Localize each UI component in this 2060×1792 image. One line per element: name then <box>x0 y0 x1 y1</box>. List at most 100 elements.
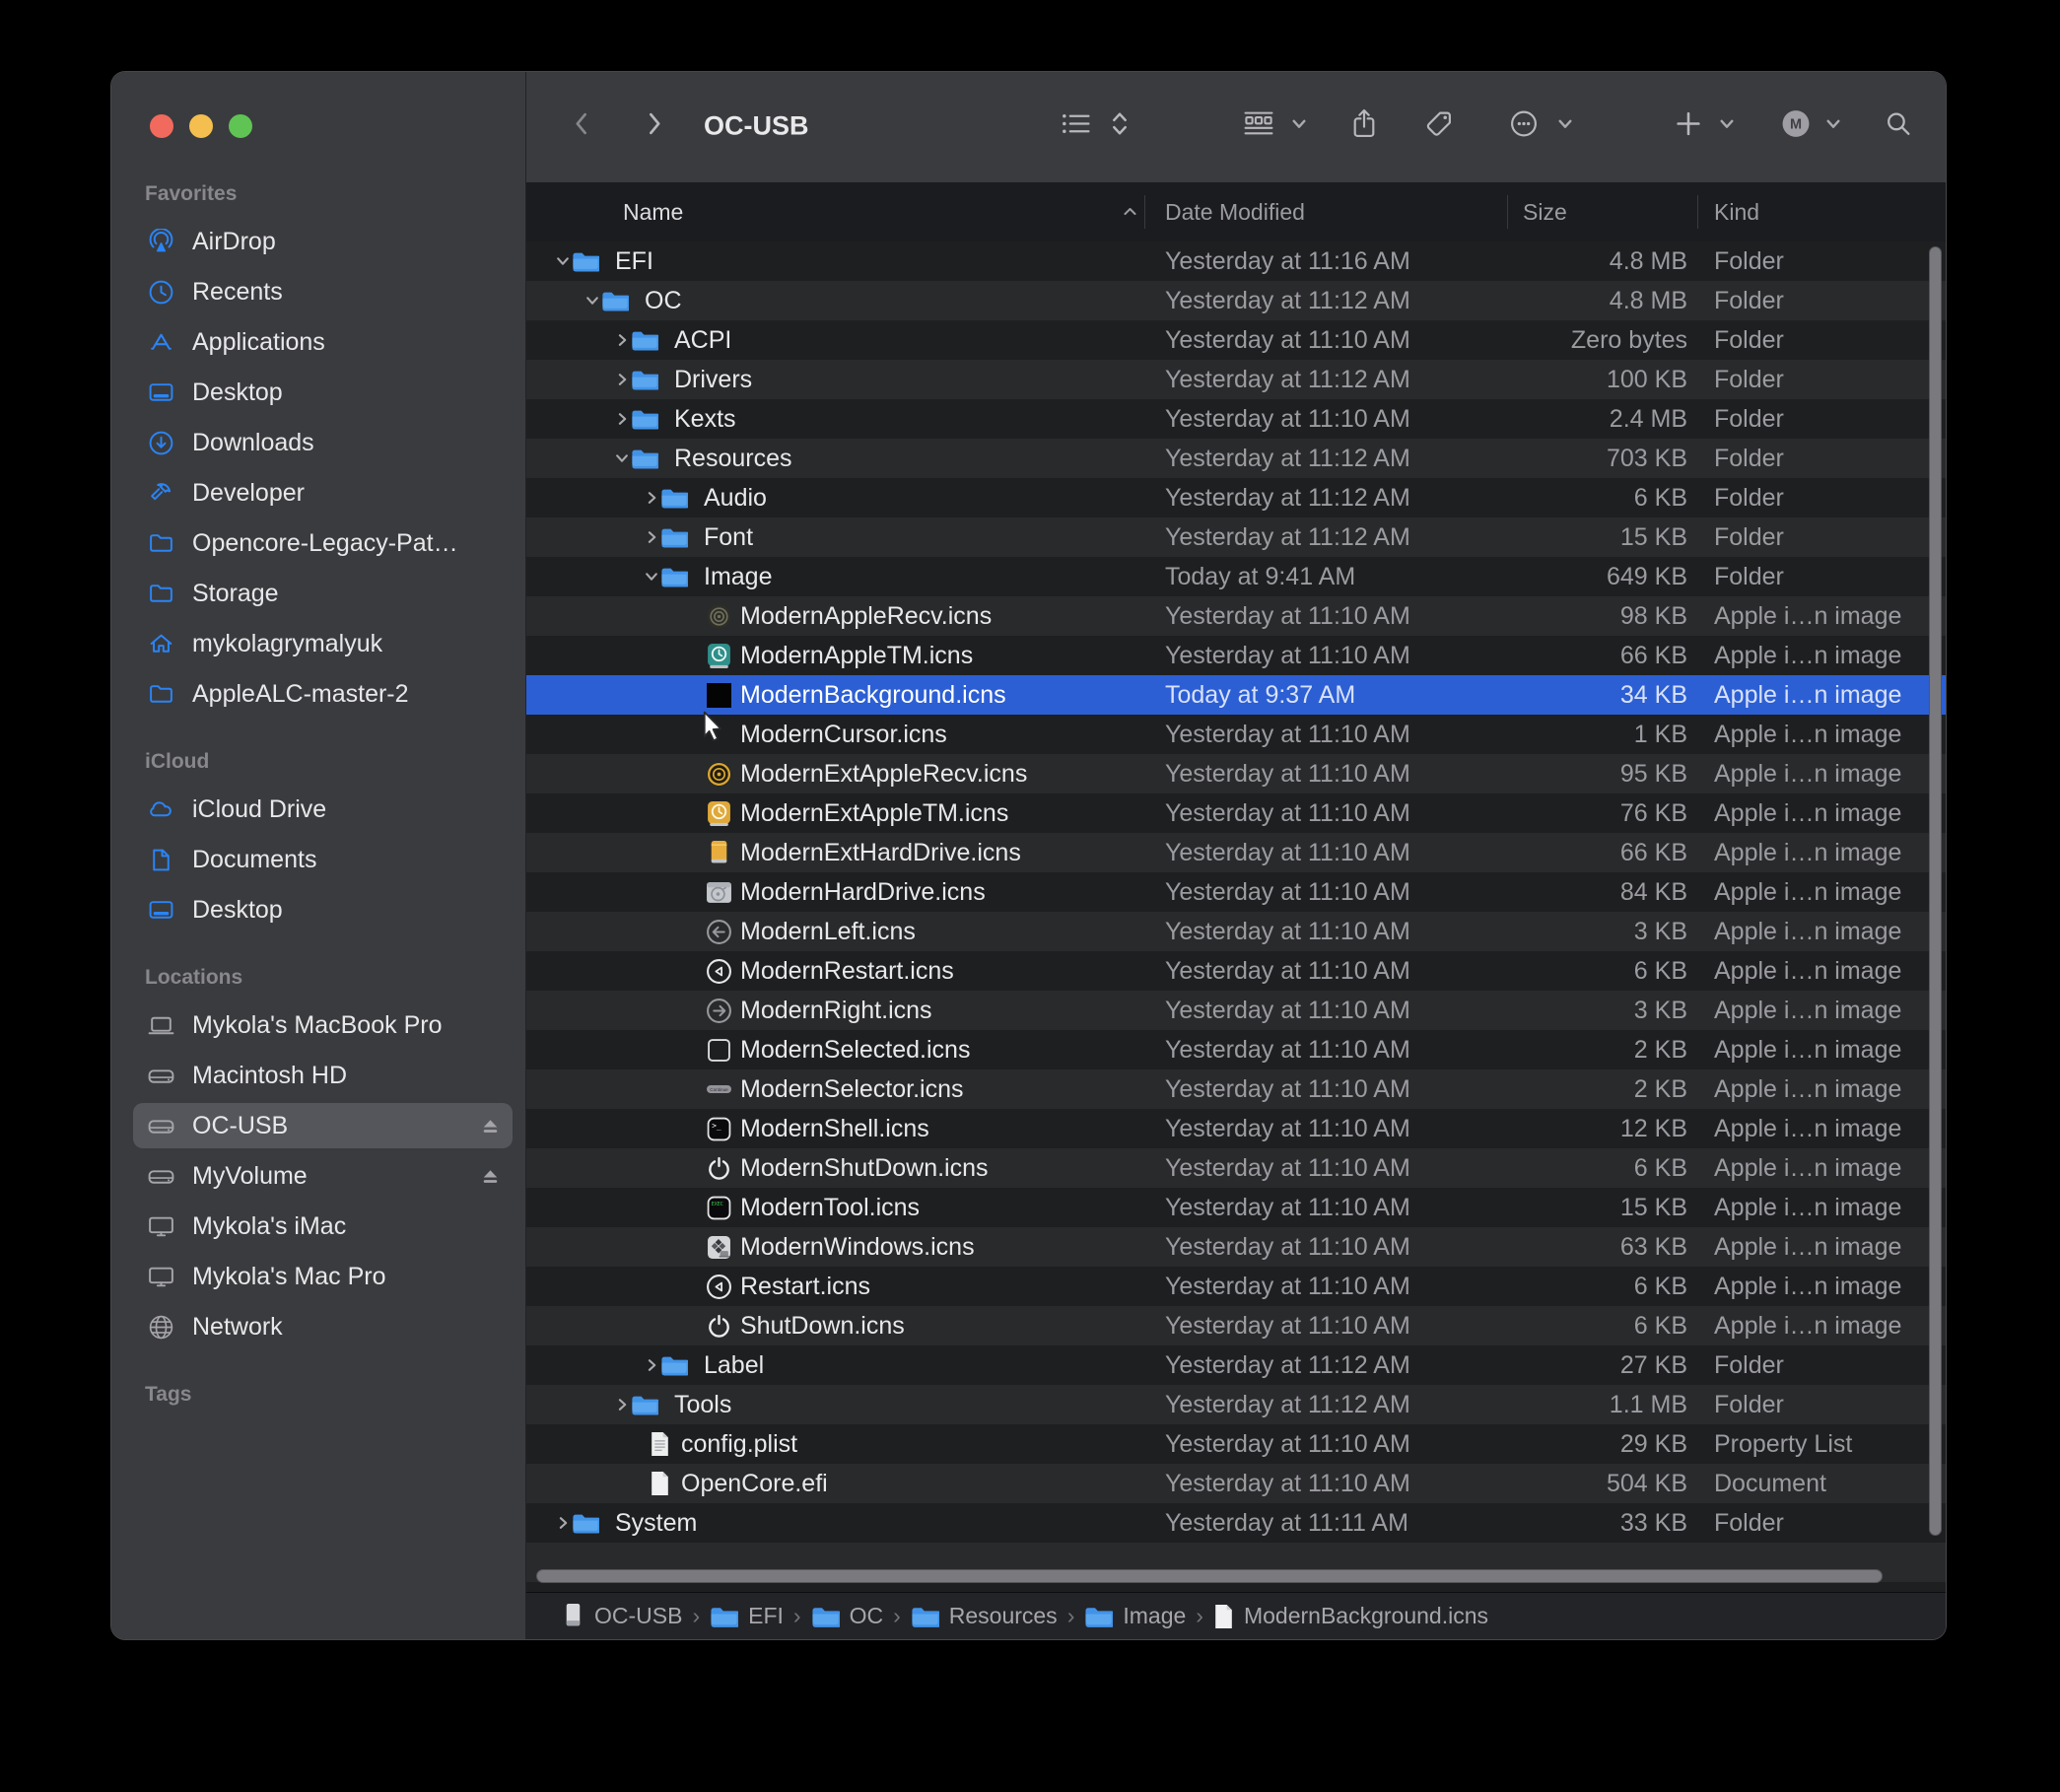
sidebar-item-mykola-s-imac[interactable]: Mykola's iMac <box>133 1204 513 1249</box>
table-row[interactable]: ModernSelected.icns Yesterday at 11:10 A… <box>526 1030 1946 1069</box>
table-row[interactable]: Font Yesterday at 11:12 AM 15 KB Folder <box>526 517 1946 557</box>
disclosure-closed-icon[interactable] <box>614 332 630 348</box>
more-actions-chevron[interactable] <box>1556 115 1574 138</box>
sidebar-item-network[interactable]: Network <box>133 1304 513 1349</box>
sidebar-item-myvolume[interactable]: MyVolume <box>133 1153 513 1199</box>
sidebar-item-documents[interactable]: Documents <box>133 837 513 882</box>
table-row[interactable]: ModernLeft.icns Yesterday at 11:10 AM 3 … <box>526 912 1946 951</box>
disclosure-closed-icon[interactable] <box>555 1515 571 1531</box>
forward-button[interactable] <box>645 110 665 142</box>
table-row[interactable]: ModernRight.icns Yesterday at 11:10 AM 3… <box>526 991 1946 1030</box>
table-row[interactable]: OpenCore.efi Yesterday at 11:10 AM 504 K… <box>526 1464 1946 1503</box>
table-row[interactable]: ACPI Yesterday at 11:10 AM Zero bytes Fo… <box>526 320 1946 360</box>
table-row[interactable]: config.plist Yesterday at 11:10 AM 29 KB… <box>526 1424 1946 1464</box>
table-row[interactable]: ModernBackground.icns Today at 9:37 AM 3… <box>526 675 1946 715</box>
table-row[interactable]: ModernAppleRecv.icns Yesterday at 11:10 … <box>526 596 1946 636</box>
path-segment[interactable]: ModernBackground.icns <box>1213 1603 1488 1629</box>
disclosure-open-icon[interactable] <box>584 293 600 309</box>
path-segment[interactable]: Image <box>1084 1603 1186 1629</box>
path-segment[interactable]: OC <box>811 1603 884 1629</box>
horizontal-scrollbar[interactable] <box>536 1569 1883 1583</box>
disclosure-open-icon[interactable] <box>555 253 571 269</box>
table-row[interactable]: ModernExtHardDrive.icns Yesterday at 11:… <box>526 833 1946 872</box>
table-row[interactable]: ModernShutDown.icns Yesterday at 11:10 A… <box>526 1148 1946 1188</box>
disclosure-closed-icon[interactable] <box>614 411 630 427</box>
sidebar-item-mykola-s-macbook-pro[interactable]: Mykola's MacBook Pro <box>133 1002 513 1048</box>
sidebar-item-storage[interactable]: Storage <box>133 571 513 616</box>
table-row[interactable]: Audio Yesterday at 11:12 AM 6 KB Folder <box>526 478 1946 517</box>
table-row[interactable]: ModernHardDrive.icns Yesterday at 11:10 … <box>526 872 1946 912</box>
share-button[interactable] <box>1351 108 1378 144</box>
sidebar-item-icloud-drive[interactable]: iCloud Drive <box>133 787 513 832</box>
table-row[interactable]: ModernRestart.icns Yesterday at 11:10 AM… <box>526 951 1946 991</box>
eject-icon[interactable] <box>478 1164 503 1189</box>
sidebar-item-opencore-legacy-pat-[interactable]: Opencore-Legacy-Pat… <box>133 520 513 566</box>
column-divider[interactable] <box>1697 195 1698 229</box>
table-row[interactable]: EXEC ModernTool.icns Yesterday at 11:10 … <box>526 1188 1946 1227</box>
sidebar-item-macintosh-hd[interactable]: Macintosh HD <box>133 1053 513 1098</box>
sidebar-item-developer[interactable]: Developer <box>133 470 513 516</box>
tags-button[interactable] <box>1425 109 1454 143</box>
path-segment[interactable]: OC-USB <box>562 1603 682 1629</box>
table-row[interactable]: Label Yesterday at 11:12 AM 27 KB Folder <box>526 1345 1946 1385</box>
table-row[interactable]: Tools Yesterday at 11:12 AM 1.1 MB Folde… <box>526 1385 1946 1424</box>
column-header-size[interactable]: Size <box>1523 182 1567 241</box>
account-button[interactable]: M <box>1781 108 1812 144</box>
table-row[interactable]: EFI Yesterday at 11:16 AM 4.8 MB Folder <box>526 241 1946 281</box>
column-divider[interactable] <box>1144 195 1145 229</box>
group-button[interactable] <box>1244 110 1274 142</box>
table-row[interactable]: ModernCursor.icns Yesterday at 11:10 AM … <box>526 715 1946 754</box>
table-row[interactable]: OC Yesterday at 11:12 AM 4.8 MB Folder <box>526 281 1946 320</box>
sidebar-item-mykola-s-mac-pro[interactable]: Mykola's Mac Pro <box>133 1254 513 1299</box>
table-row[interactable]: ModernExtAppleTM.icns Yesterday at 11:10… <box>526 793 1946 833</box>
table-row[interactable]: Image Today at 9:41 AM 649 KB Folder <box>526 557 1946 596</box>
sidebar-item-desktop[interactable]: Desktop <box>133 370 513 415</box>
table-row[interactable]: ModernExtAppleRecv.icns Yesterday at 11:… <box>526 754 1946 793</box>
disclosure-closed-icon[interactable] <box>644 490 659 506</box>
more-actions-button[interactable] <box>1509 108 1540 144</box>
table-row[interactable]: Kexts Yesterday at 11:10 AM 2.4 MB Folde… <box>526 399 1946 439</box>
disclosure-open-icon[interactable] <box>644 569 659 585</box>
sidebar-item-downloads[interactable]: Downloads <box>133 420 513 465</box>
column-header-kind[interactable]: Kind <box>1714 182 1759 241</box>
sidebar-item-mykolagrymalyuk[interactable]: mykolagrymalyuk <box>133 621 513 666</box>
sidebar-item-oc-usb[interactable]: OC-USB <box>133 1103 513 1148</box>
zoom-button[interactable] <box>229 114 252 138</box>
sidebar-item-applealc-master-2[interactable]: AppleALC-master-2 <box>133 671 513 717</box>
table-row[interactable]: ModernAppleTM.icns Yesterday at 11:10 AM… <box>526 636 1946 675</box>
group-chevron[interactable] <box>1290 115 1308 138</box>
column-divider[interactable] <box>1507 195 1508 229</box>
search-button[interactable] <box>1885 109 1913 143</box>
add-chevron[interactable] <box>1718 115 1736 138</box>
sidebar-item-desktop[interactable]: Desktop <box>133 887 513 932</box>
table-row[interactable]: >_ ModernShell.icns Yesterday at 11:10 A… <box>526 1109 1946 1148</box>
vertical-scrollbar[interactable] <box>1929 246 1942 1536</box>
sidebar-item-applications[interactable]: Applications <box>133 319 513 365</box>
disclosure-closed-icon[interactable] <box>644 529 659 545</box>
table-row[interactable]: ShutDown.icns Yesterday at 11:10 AM 6 KB… <box>526 1306 1946 1345</box>
table-row[interactable]: Resources Yesterday at 11:12 AM 703 KB F… <box>526 439 1946 478</box>
column-header-date[interactable]: Date Modified <box>1165 182 1305 241</box>
path-segment[interactable]: EFI <box>710 1603 784 1629</box>
sidebar-item-recents[interactable]: Recents <box>133 269 513 314</box>
add-button[interactable] <box>1675 109 1703 143</box>
eject-icon[interactable] <box>478 1114 503 1138</box>
column-header-name[interactable]: Name <box>623 182 683 241</box>
table-row[interactable]: Continue ModernSelector.icns Yesterday a… <box>526 1069 1946 1109</box>
minimize-button[interactable] <box>189 114 213 138</box>
view-mode-button[interactable] <box>1062 111 1092 141</box>
back-button[interactable] <box>572 110 592 142</box>
sidebar-item-airdrop[interactable]: AirDrop <box>133 219 513 264</box>
path-segment[interactable]: Resources <box>911 1603 1058 1629</box>
account-chevron[interactable] <box>1824 115 1842 138</box>
table-row[interactable]: ModernWindows.icns Yesterday at 11:10 AM… <box>526 1227 1946 1267</box>
view-mode-arrows[interactable] <box>1110 109 1131 143</box>
close-button[interactable] <box>150 114 173 138</box>
disclosure-closed-icon[interactable] <box>614 372 630 387</box>
table-row[interactable]: Restart.icns Yesterday at 11:10 AM 6 KB … <box>526 1267 1946 1306</box>
table-row[interactable]: Drivers Yesterday at 11:12 AM 100 KB Fol… <box>526 360 1946 399</box>
disclosure-closed-icon[interactable] <box>614 1397 630 1413</box>
table-row[interactable]: System Yesterday at 11:11 AM 33 KB Folde… <box>526 1503 1946 1543</box>
disclosure-open-icon[interactable] <box>614 450 630 466</box>
disclosure-closed-icon[interactable] <box>644 1357 659 1373</box>
